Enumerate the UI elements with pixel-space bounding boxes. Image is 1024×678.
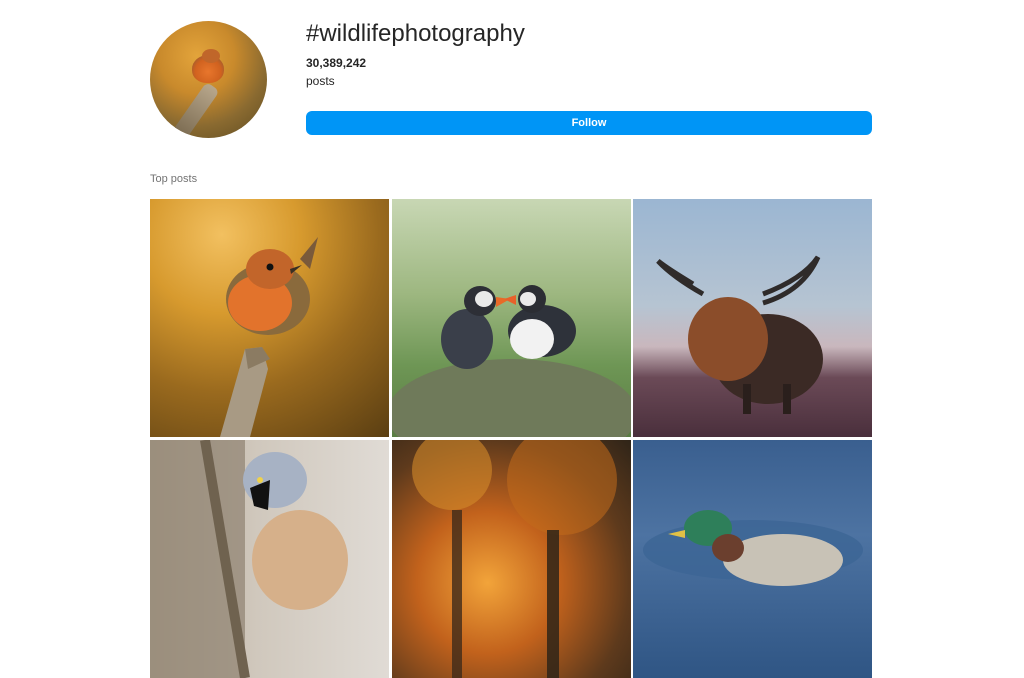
hashtag-avatar	[150, 21, 267, 138]
mallard-image	[643, 510, 863, 586]
avatar-branch	[172, 81, 220, 138]
post-tile-autumn-forest[interactable]	[391, 440, 631, 678]
top-posts-grid	[150, 199, 872, 678]
post-count: 30,389,242	[306, 56, 367, 70]
avatar-bird-head	[202, 49, 220, 63]
post-tile-highland-cow[interactable]	[633, 199, 872, 437]
forest-image	[411, 440, 617, 678]
robin-image	[220, 237, 318, 437]
hashtag-title: #wildlifephotography	[306, 20, 525, 47]
top-posts-heading: Top posts	[150, 173, 198, 185]
follow-button[interactable]: Follow	[306, 111, 872, 135]
post-tile-robin[interactable]	[150, 199, 389, 437]
highland-cow-image	[656, 255, 823, 414]
post-tile-mallard[interactable]	[633, 440, 872, 678]
post-tile-puffins[interactable]	[391, 199, 631, 437]
posts-label: posts	[306, 74, 335, 88]
post-tile-bearded-reedling[interactable]	[150, 440, 389, 678]
puffins-image	[391, 285, 631, 437]
reedling-image	[150, 440, 348, 678]
